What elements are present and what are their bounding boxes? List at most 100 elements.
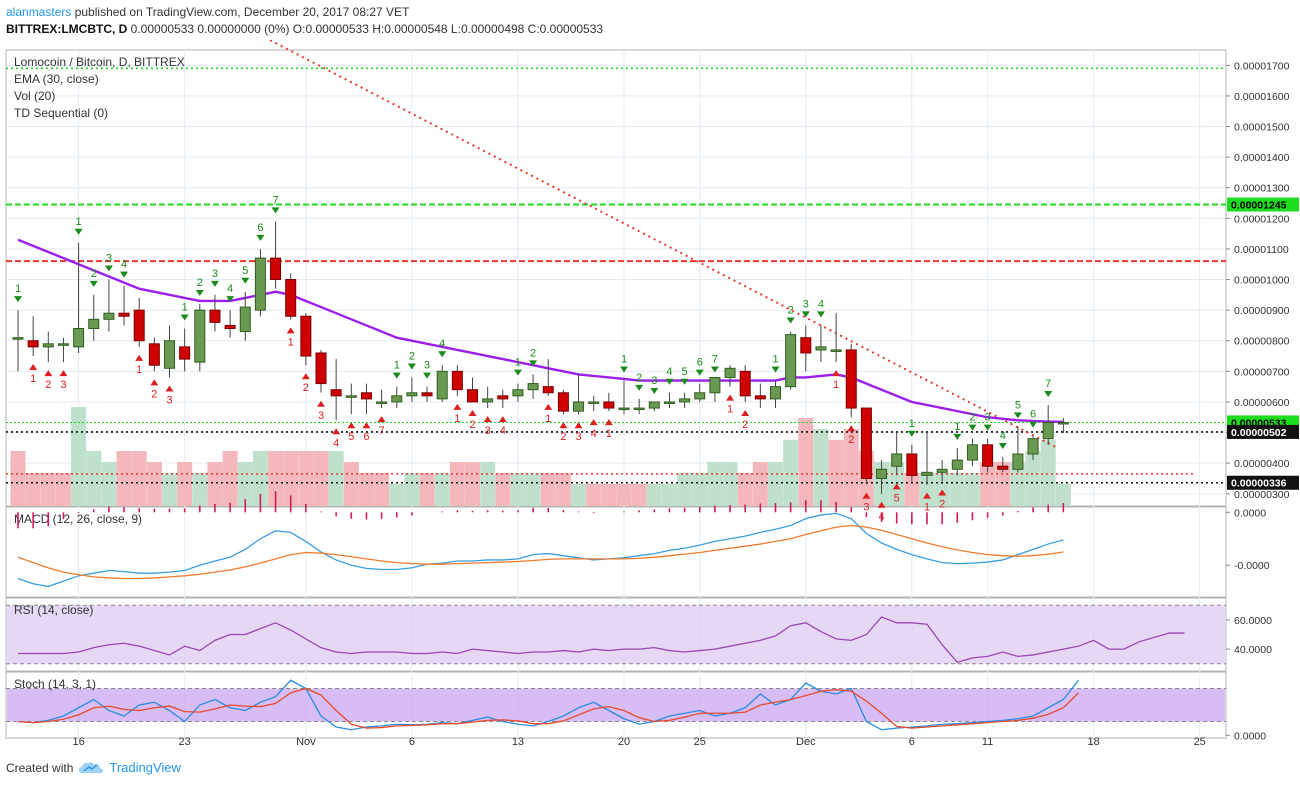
- candle-body[interactable]: [209, 309, 221, 323]
- candle-body[interactable]: [1042, 421, 1054, 440]
- candle-body[interactable]: [527, 383, 539, 391]
- candle-body[interactable]: [830, 349, 842, 352]
- candle-body[interactable]: [194, 309, 206, 363]
- candle-body[interactable]: [451, 370, 463, 391]
- y-tick-label: 0.00001200: [1234, 213, 1290, 225]
- candle-body[interactable]: [997, 465, 1009, 470]
- candle-body[interactable]: [860, 407, 872, 479]
- candle-body[interactable]: [315, 352, 327, 385]
- candle-body[interactable]: [845, 349, 857, 409]
- candle-body[interactable]: [300, 315, 312, 357]
- td-sell-count: 1: [454, 413, 460, 425]
- published-text: published on TradingView.com, December 2…: [71, 5, 410, 19]
- candle-body[interactable]: [573, 401, 585, 412]
- candle-body[interactable]: [679, 398, 691, 403]
- candle-body[interactable]: [1057, 421, 1069, 425]
- candle-body[interactable]: [133, 309, 145, 342]
- y-tick-label: 0.0000: [1234, 507, 1266, 519]
- pane-2[interactable]: [5, 506, 1227, 598]
- candle-body[interactable]: [618, 407, 630, 411]
- candle-body[interactable]: [951, 459, 963, 470]
- x-tick-label: 16: [72, 736, 84, 748]
- x-tick-label: 11: [982, 736, 993, 748]
- td-sell-count: 3: [60, 379, 66, 391]
- candle-body[interactable]: [88, 318, 100, 329]
- candle-body[interactable]: [73, 327, 85, 348]
- candle-body[interactable]: [739, 370, 751, 397]
- price-level-tag-label: 0.00000336: [1231, 478, 1287, 490]
- candle-body[interactable]: [891, 453, 903, 467]
- volume-bar: [389, 484, 405, 506]
- candle-body[interactable]: [800, 337, 812, 354]
- candle-body[interactable]: [270, 257, 282, 281]
- candle-body[interactable]: [330, 389, 342, 397]
- candle-body[interactable]: [588, 401, 600, 404]
- td-sell-count: 1: [30, 373, 36, 385]
- candle-body[interactable]: [633, 407, 645, 411]
- candle-body[interactable]: [224, 324, 236, 329]
- candle-body[interactable]: [557, 392, 569, 412]
- candle-body[interactable]: [376, 401, 388, 404]
- candle-body[interactable]: [770, 386, 781, 400]
- volume-bar: [177, 462, 193, 506]
- volume-bar: [555, 473, 571, 506]
- td-buy-count: 1: [76, 216, 82, 228]
- volume-bar: [207, 462, 223, 506]
- candle-body[interactable]: [421, 392, 433, 397]
- candle-body[interactable]: [467, 389, 478, 403]
- candle-body[interactable]: [709, 376, 721, 394]
- candle-body[interactable]: [12, 337, 24, 340]
- candle-body[interactable]: [603, 401, 615, 409]
- candle-body[interactable]: [285, 279, 297, 317]
- candle-body[interactable]: [1027, 438, 1039, 455]
- indicator-legend-label: EMA (30, close): [14, 72, 99, 86]
- candle-body[interactable]: [1012, 453, 1024, 470]
- candle-body[interactable]: [179, 346, 191, 360]
- candle-body[interactable]: [482, 398, 494, 403]
- candle-body[interactable]: [345, 395, 357, 398]
- candle-body[interactable]: [239, 306, 251, 333]
- candle-body[interactable]: [436, 370, 448, 400]
- candle-body[interactable]: [724, 367, 736, 378]
- td-sell-count: 2: [742, 419, 748, 431]
- candle-body[interactable]: [27, 340, 39, 348]
- candle-body[interactable]: [906, 453, 918, 476]
- candle-body[interactable]: [42, 343, 54, 348]
- candle-body[interactable]: [164, 340, 175, 369]
- candle-body[interactable]: [148, 343, 160, 366]
- volume-bar: [358, 473, 374, 506]
- candle-body[interactable]: [966, 444, 978, 461]
- candle-body[interactable]: [648, 401, 660, 409]
- chart-canvas[interactable]: 16 23 Nov 6 13 20 25 Dec 6 11 18 250.000003000.0000…: [0, 40, 1300, 750]
- candle-body[interactable]: [360, 392, 372, 400]
- td-buy-count: 1: [15, 283, 21, 295]
- candle-body[interactable]: [497, 395, 509, 400]
- candle-body[interactable]: [406, 392, 418, 397]
- ohlc-values: 0.00000533 0.00000000 (0%) O:0.00000533 …: [127, 22, 604, 36]
- td-buy-count: 1: [394, 360, 400, 372]
- candle-body[interactable]: [754, 395, 766, 400]
- volume-bar: [828, 440, 844, 506]
- candle-body[interactable]: [512, 389, 524, 397]
- candle-body[interactable]: [815, 346, 827, 351]
- td-sell-count: 1: [288, 336, 294, 348]
- candle-body[interactable]: [694, 392, 706, 400]
- candle-body[interactable]: [391, 395, 403, 403]
- candle-body[interactable]: [921, 471, 933, 476]
- x-tick-label: 18: [1088, 736, 1100, 748]
- candle-body[interactable]: [936, 468, 948, 473]
- candle-body[interactable]: [663, 401, 675, 404]
- candle-body[interactable]: [542, 386, 554, 394]
- candle-body[interactable]: [785, 334, 797, 388]
- candle-body[interactable]: [876, 468, 888, 479]
- x-tick-label: 6: [409, 736, 415, 748]
- candle-body[interactable]: [254, 257, 266, 311]
- candle-body[interactable]: [982, 444, 994, 467]
- td-sell-count: 3: [318, 410, 324, 422]
- candle-body[interactable]: [57, 343, 69, 346]
- x-tick-label: 25: [694, 736, 706, 748]
- candle-body[interactable]: [118, 312, 130, 317]
- author-link[interactable]: alanmasters: [6, 5, 71, 19]
- candle-body[interactable]: [103, 312, 115, 320]
- tradingview-brand[interactable]: TradingView: [109, 760, 181, 775]
